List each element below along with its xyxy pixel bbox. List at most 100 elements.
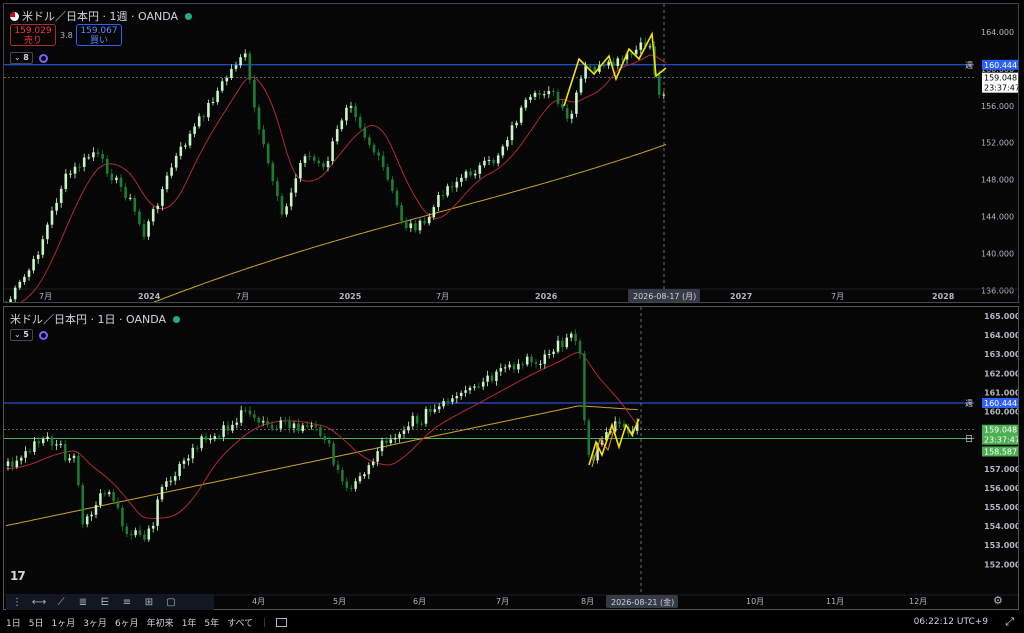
grid-tool-icon[interactable]: ⊞ xyxy=(138,597,160,608)
daily-candle xyxy=(587,420,591,455)
timeframe-button[interactable]: 1ヶ月 xyxy=(51,616,75,629)
weekly-candle xyxy=(78,166,81,168)
daily-price-tick: 163.000 xyxy=(984,350,1019,359)
weekly-candle xyxy=(174,155,178,168)
weekly-candle xyxy=(524,99,528,108)
weekly-candle xyxy=(257,107,261,130)
daily-candle xyxy=(486,375,489,382)
daily-candle xyxy=(310,425,313,427)
daily-time-tick: 5月 xyxy=(333,597,346,606)
daily-candle xyxy=(446,401,450,403)
daily-candle xyxy=(165,481,168,487)
weekly-indicators-toggle[interactable]: ⌄ 8 xyxy=(10,52,48,64)
daily-time-tick: 6月 xyxy=(413,597,426,606)
daily-candle xyxy=(420,423,423,425)
daily-price-tick: 162.000 xyxy=(984,369,1019,378)
daily-candle xyxy=(367,465,371,475)
weekly-candle xyxy=(529,96,532,100)
timeframe-button[interactable]: 年初来 xyxy=(147,616,174,629)
weekly-candle xyxy=(211,102,215,104)
chart-settings-gear-icon[interactable]: ⚙ xyxy=(993,594,1003,607)
timeframe-button[interactable]: 1年 xyxy=(182,616,197,629)
timeframe-button[interactable]: 1日 xyxy=(6,616,21,629)
weekly-countdown-tag: 23:37:47 xyxy=(984,84,1019,93)
weekly-candle xyxy=(515,122,518,126)
daily-candle xyxy=(257,417,261,423)
weekly-chart-pane[interactable]: 164.000160.000156.000152.000148.000144.0… xyxy=(3,3,1019,303)
timeframe-button[interactable]: 3ヶ月 xyxy=(83,616,107,629)
timeframe-button[interactable]: 6ヶ月 xyxy=(115,616,139,629)
weekly-candle xyxy=(639,42,643,50)
daily-candle xyxy=(508,364,511,368)
weekly-candle xyxy=(322,163,325,168)
horizontal-line-tool-icon[interactable]: ⟷ xyxy=(28,597,50,608)
daily-candle xyxy=(19,457,23,461)
parallel-channel-tool-icon[interactable]: ≡ xyxy=(116,597,138,608)
indicator-visibility-icon[interactable] xyxy=(38,53,48,63)
weekly-candle xyxy=(565,107,569,119)
weekly-candle xyxy=(432,207,436,217)
daily-price-tick: 156.000 xyxy=(984,484,1019,493)
daily-candle xyxy=(398,433,401,438)
daily-candle xyxy=(380,440,384,452)
weekly-candle xyxy=(662,94,666,96)
daily-candle xyxy=(279,420,283,429)
buy-button[interactable]: 159.067 買い xyxy=(76,24,122,46)
trend-line-tool-icon[interactable]: ⟋ xyxy=(50,597,72,608)
weekly-candle xyxy=(119,177,123,187)
drawing-toolbar: ⋮ ⟷ ⟋ ≣ ⋿ ≡ ⊞ ▢ xyxy=(6,594,214,610)
weekly-candle xyxy=(216,90,219,103)
daily-candle xyxy=(411,415,415,427)
weekly-time-tick: 7月 xyxy=(39,292,52,301)
daily-indicators-toggle[interactable]: ⌄ 5 xyxy=(10,329,48,341)
daily-candle xyxy=(327,439,331,444)
weekly-candle xyxy=(18,281,22,288)
indicator-visibility-icon[interactable] xyxy=(38,330,48,340)
weekly-candle xyxy=(110,173,114,181)
timeframe-button[interactable]: 5日 xyxy=(29,616,44,629)
pitchfork-tool-icon[interactable]: ⋿ xyxy=(94,597,116,608)
daily-candle xyxy=(204,436,208,440)
weekly-candle xyxy=(197,116,201,127)
calendar-goto-icon[interactable] xyxy=(276,618,288,627)
daily-candle xyxy=(244,410,247,412)
chevron-down-icon[interactable]: ⌄ 5 xyxy=(10,329,33,341)
daily-price-tick: 155.000 xyxy=(984,503,1019,512)
daily-line-label: 日 xyxy=(965,434,973,443)
daily-candle xyxy=(270,424,274,429)
sell-button[interactable]: 159.029 売り xyxy=(10,24,56,46)
daily-candle xyxy=(33,441,36,453)
weekly-candle xyxy=(395,190,399,206)
weekly-current-price-tag: 159.048 xyxy=(984,74,1017,83)
fib-retracement-tool-icon[interactable]: ≣ xyxy=(72,597,94,608)
timeframe-list: 1日 5日 1ヶ月 3ヶ月 6ヶ月 年初来 1年 5年 すべて xyxy=(0,616,255,629)
weekly-candle xyxy=(579,78,583,93)
weekly-candle xyxy=(161,189,164,206)
daily-time-tick: 8月 xyxy=(581,597,594,606)
weekly-price-tick: 140.000 xyxy=(981,249,1014,258)
daily-candle xyxy=(556,340,560,352)
weekly-chart-canvas[interactable]: 164.000160.000156.000152.000148.000144.0… xyxy=(4,4,1019,303)
daily-candle xyxy=(468,387,472,391)
drag-handle-icon[interactable]: ⋮ xyxy=(6,597,28,608)
weekly-ma-long xyxy=(152,144,667,302)
daily-chart-canvas[interactable]: 165.000 164.000 163.000 162.000 161.000 160.0… xyxy=(4,307,1019,610)
utc-clock[interactable]: 06:22:12 UTC+9 xyxy=(914,617,988,627)
daily-candle xyxy=(138,530,142,535)
daily-candle xyxy=(28,451,32,453)
daily-candle xyxy=(239,410,243,423)
weekly-candle xyxy=(340,120,344,130)
daily-candle xyxy=(266,421,269,425)
chevron-down-icon[interactable]: ⌄ 8 xyxy=(10,52,33,64)
daily-candle xyxy=(349,487,353,489)
weekly-candle xyxy=(248,53,252,80)
weekly-candle xyxy=(616,58,620,66)
timeframe-button[interactable]: すべて xyxy=(227,616,253,629)
timeframe-button[interactable]: 5年 xyxy=(204,616,219,629)
daily-chart-pane[interactable]: 165.000 164.000 163.000 162.000 161.000 160.0… xyxy=(3,306,1019,610)
weekly-candle xyxy=(349,106,353,108)
daily-candle xyxy=(275,428,278,430)
daily-candle xyxy=(112,492,115,502)
fullscreen-icon[interactable]: ⤢ xyxy=(1005,615,1014,629)
rectangle-tool-icon[interactable]: ▢ xyxy=(160,597,182,608)
